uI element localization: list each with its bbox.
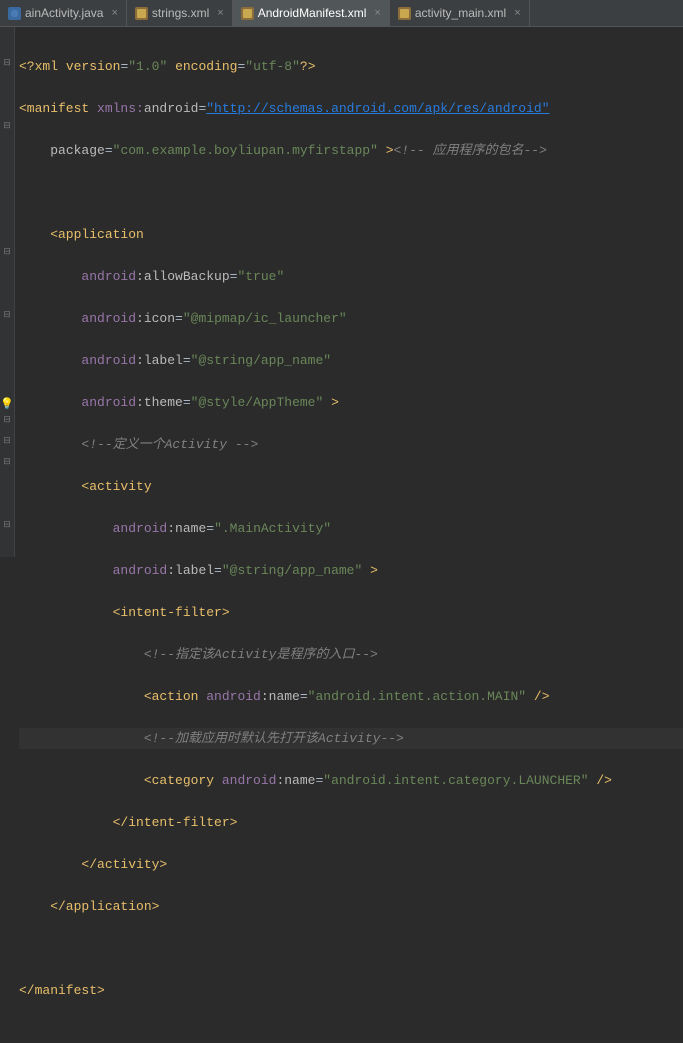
tab-strings[interactable]: strings.xml × [127, 0, 233, 26]
code-line: android:theme="@style/AppTheme" > [19, 392, 683, 413]
fold-icon[interactable]: ⊟ [3, 59, 11, 67]
java-file-icon [8, 7, 21, 20]
code-line: <activity [19, 476, 683, 497]
tab-label: strings.xml [152, 6, 209, 20]
code-line: android:name=".MainActivity" [19, 518, 683, 539]
code-line: <?xml version="1.0" encoding="utf-8"?> [19, 56, 683, 77]
code-line: android:allowBackup="true" [19, 266, 683, 287]
close-icon[interactable]: × [217, 7, 223, 19]
tab-activitymain[interactable]: activity_main.xml × [390, 0, 530, 26]
lightbulb-icon[interactable]: 💡 [0, 397, 12, 409]
xml-file-icon [135, 7, 148, 20]
close-icon[interactable]: × [514, 7, 520, 19]
tab-mainactivity[interactable]: ainActivity.java × [0, 0, 127, 26]
code-line: </intent-filter> [19, 812, 683, 833]
tab-label: activity_main.xml [415, 6, 506, 20]
code-line: </activity> [19, 854, 683, 875]
code-editor[interactable]: <?xml version="1.0" encoding="utf-8"?> <… [15, 27, 683, 557]
code-line: <category android:name="android.intent.c… [19, 770, 683, 791]
fold-icon[interactable]: ⊟ [3, 521, 11, 529]
code-line: <application [19, 224, 683, 245]
code-line [19, 938, 683, 959]
code-line: <intent-filter> [19, 602, 683, 623]
code-line: </manifest> [19, 980, 683, 1001]
xml-file-icon [241, 7, 254, 20]
close-icon[interactable]: × [111, 7, 117, 19]
code-line: <manifest xmlns:android="http://schemas.… [19, 98, 683, 119]
fold-icon[interactable]: ⊟ [3, 416, 11, 424]
fold-icon[interactable]: ⊟ [3, 248, 11, 256]
fold-icon[interactable]: ⊟ [3, 458, 11, 466]
code-line: <!--定义一个Activity --> [19, 434, 683, 455]
code-line: <!--加载应用时默认先打开该Activity--> [19, 728, 683, 749]
fold-icon[interactable]: ⊟ [3, 437, 11, 445]
code-line: <action android:name="android.intent.act… [19, 686, 683, 707]
close-icon[interactable]: × [374, 7, 380, 19]
tab-label: AndroidManifest.xml [258, 6, 367, 20]
code-line: </application> [19, 896, 683, 917]
code-line: android:label="@string/app_name" > [19, 560, 683, 581]
tab-label: ainActivity.java [25, 6, 103, 20]
code-line: android:icon="@mipmap/ic_launcher" [19, 308, 683, 329]
editor-area: ⊟ ⊟ ⊟ ⊟ 💡 ⊟ ⊟ ⊟ ⊟ <?xml version="1.0" en… [0, 27, 683, 557]
editor-gutter: ⊟ ⊟ ⊟ ⊟ 💡 ⊟ ⊟ ⊟ ⊟ [0, 27, 15, 557]
fold-icon[interactable]: ⊟ [3, 122, 11, 130]
xml-file-icon [398, 7, 411, 20]
code-line: android:label="@string/app_name" [19, 350, 683, 371]
code-line: package="com.example.boyliupan.myfirstap… [19, 140, 683, 161]
fold-icon[interactable]: ⊟ [3, 311, 11, 319]
tab-manifest[interactable]: AndroidManifest.xml × [233, 0, 390, 26]
code-line [19, 182, 683, 203]
editor-tabs: ainActivity.java × strings.xml × Android… [0, 0, 683, 27]
code-line: <!--指定该Activity是程序的入口--> [19, 644, 683, 665]
